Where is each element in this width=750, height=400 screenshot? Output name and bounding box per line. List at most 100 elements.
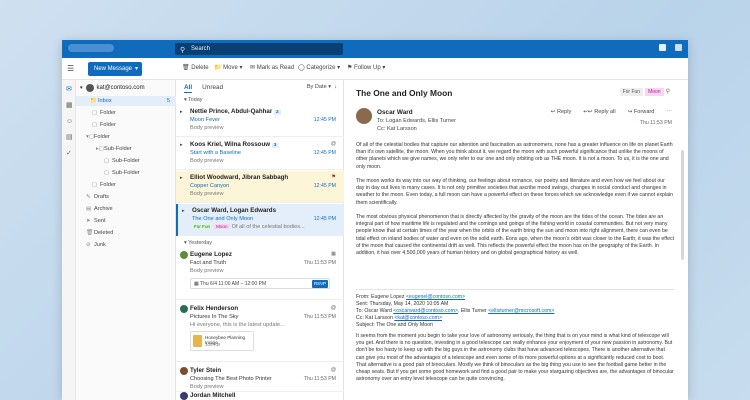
thread-count: 2: [274, 110, 281, 115]
forward-button[interactable]: ↪ Forward: [628, 109, 655, 115]
chevron-right-icon: ▸: [180, 142, 183, 148]
image-file-icon: [193, 335, 202, 347]
folder-deleted[interactable]: 🗑Deleted: [86, 228, 113, 238]
message-subject: Pictures In The Sky: [190, 314, 239, 320]
new-message-button[interactable]: New Message ▾: [88, 62, 142, 76]
flag-icon[interactable]: ⚑: [331, 174, 336, 180]
hamburger-menu-icon[interactable]: ☰: [67, 64, 74, 73]
message-item[interactable]: Jordan Mitchell: [176, 392, 344, 400]
message-item-attachment[interactable]: Felix Henderson @ Pictures In The Sky Th…: [176, 302, 344, 362]
move-button[interactable]: 📁 Move ▾: [214, 64, 243, 71]
trash-icon: 🗑: [86, 230, 94, 236]
reading-pane: The One and Only Moon For Fun Moon ⚲ Osc…: [344, 80, 688, 400]
files-icon[interactable]: ▤: [66, 134, 73, 141]
message-item-flagged[interactable]: ▸ Elliot Woodward, Jibran Sabbagh ⚑ Copp…: [176, 171, 344, 203]
folder-label: Deleted: [94, 230, 114, 236]
mark-as-read-label: Mark as Read: [256, 65, 295, 71]
rsvp-button[interactable]: RSVP: [312, 280, 328, 288]
scrollbar[interactable]: [681, 150, 684, 260]
sender-text: Koos Kriel, Wilna Rossouw: [190, 141, 271, 148]
folder-junk[interactable]: ⊘ Junk: [86, 240, 106, 250]
app-rail: ✉ ▦ ☺ ▤ ✓: [62, 80, 76, 400]
message-item-selected[interactable]: ▸ Oscar Ward, Logan Edwards The One and …: [176, 204, 344, 236]
mail-icon[interactable]: ✉: [66, 86, 73, 93]
email-title: The One and Only Moon: [356, 88, 453, 98]
email-paragraph: The moon works its way into our way of t…: [356, 178, 674, 206]
meeting-card: ▦ Thu 6/4 11:00 AM – 12:00 PM RSVP: [190, 278, 330, 289]
folder-icon: ▢: [92, 110, 98, 116]
search-box[interactable]: ⚲ Search: [175, 43, 343, 55]
email-paragraph: Of all of the celestial bodies that capt…: [356, 142, 673, 170]
categorize-button[interactable]: ◯ Categorize ▾: [298, 64, 340, 71]
message-time: 12:45 PM: [313, 216, 336, 222]
group-header-today: ▾ Today: [184, 97, 203, 103]
message-time: Thu 11:53 PM: [303, 314, 336, 320]
follow-up-button[interactable]: ⚑ Follow Up ▾: [347, 64, 385, 71]
calendar-icon[interactable]: ▦: [66, 102, 73, 109]
message-item-meeting[interactable]: Eugene Lopez ▦ Fact and Truth Thu 11:53 …: [176, 248, 344, 300]
reply-button[interactable]: ↩ Reply: [551, 109, 572, 115]
fwd-from-email[interactable]: <eugenel@contoso.com>: [406, 294, 465, 300]
people-icon[interactable]: ☺: [66, 118, 73, 125]
category-tag[interactable]: For Fun: [619, 88, 644, 96]
drafts-icon: ✎: [86, 194, 91, 200]
folder-label: Archive: [94, 206, 113, 212]
folder-archive[interactable]: ▤ Archive: [86, 204, 113, 214]
mark-as-read-button[interactable]: ✉ Mark as Read: [250, 64, 294, 71]
fwd-to-email[interactable]: <oscarward@contoso.com>: [393, 308, 458, 314]
list-tabs: All Unread: [184, 84, 223, 93]
fwd-cc-email[interactable]: <kat@contoso.com>: [394, 315, 442, 321]
fwd-to2-email[interactable]: <ellisturner@microsoft.com>: [488, 308, 554, 314]
fwd-from-label: From: Eugene Lopez: [356, 294, 406, 300]
tab-unread[interactable]: Unread: [202, 84, 223, 93]
attachment-card[interactable]: Honeybee Planning Image 105 KB: [190, 331, 254, 351]
message-time: Thu 11:53 PM: [303, 260, 336, 266]
tab-all[interactable]: All: [184, 84, 193, 93]
folder-item[interactable]: ▢ Folder: [92, 120, 116, 130]
message-item[interactable]: ▸ Koos Kriel, Wilna Rossouw 3 @ Start wi…: [176, 138, 344, 170]
folder-inbox[interactable]: 📁Inbox 5: [76, 96, 176, 106]
folder-item[interactable]: ▾▢Folder: [86, 132, 110, 142]
subfolder-item[interactable]: ▸▢Sub-Folder: [96, 144, 132, 154]
folder-icon: ▢: [104, 158, 110, 164]
categorize-label: Categorize: [306, 65, 336, 71]
fwd-sent: Sent: Thursday, May 14, 2020 10:05 AM: [356, 301, 449, 307]
delete-button[interactable]: 🗑 Delete: [182, 64, 209, 71]
category-tags: For Fun Moon ⚲: [619, 88, 670, 96]
fwd-subject: Subject: The One and Only Moon: [356, 322, 433, 328]
message-item[interactable]: ▸ Nettie Prince, Abdul-Qahhar 2 Moon Fev…: [176, 105, 344, 137]
mention-icon: @: [330, 305, 336, 311]
tasks-icon[interactable]: ✓: [66, 150, 73, 157]
subfolder-item[interactable]: ▢ Sub-Folder: [104, 168, 140, 178]
folder-drafts[interactable]: ✎ Drafts: [86, 192, 109, 202]
sort-label: By Date: [306, 84, 327, 90]
fwd-to-label: To: Oscar Ward: [356, 308, 394, 314]
message-subject: Start with a Baseline: [190, 150, 241, 156]
message-sender: Jordan Mitchell: [190, 392, 236, 399]
message-preview: Body preview: [190, 384, 224, 390]
teams-icon[interactable]: [659, 44, 666, 51]
subfolder-item[interactable]: ▢ Sub-Folder: [104, 156, 140, 166]
chevron-down-icon: ▾: [80, 85, 83, 91]
avatar: [180, 367, 188, 375]
title-bar: ⚲ Search: [62, 40, 688, 58]
avatar: [180, 392, 188, 400]
search-placeholder: Search: [191, 46, 211, 52]
calendar-icon: ▦: [331, 251, 336, 257]
reply-all-button[interactable]: ↩↩ Reply all: [583, 109, 615, 115]
junk-icon: ⊘: [86, 242, 91, 248]
sort-dropdown[interactable]: By Date ▾ ↓: [307, 84, 337, 90]
account-header[interactable]: ▾ kat@contoso.com: [80, 84, 145, 92]
message-sender: Oscar Ward, Logan Edwards: [192, 207, 277, 214]
message-item[interactable]: Tyler Stein @ Choosing The Best Photo Pr…: [176, 364, 344, 392]
follow-up-label: Follow Up: [354, 65, 381, 71]
more-options-icon[interactable]: ⋯: [666, 109, 672, 115]
category-tag[interactable]: Moon: [645, 88, 664, 96]
tag-settings-icon[interactable]: ⚲: [666, 88, 670, 96]
folder-item[interactable]: ▢ Folder: [92, 108, 116, 118]
chevron-right-icon: ▸: [180, 109, 183, 115]
feedback-icon[interactable]: [675, 44, 682, 51]
folder-item[interactable]: ▢ Folder: [92, 180, 116, 190]
chevron-down-icon[interactable]: ▾: [135, 62, 138, 76]
folder-sent[interactable]: ➤ Sent: [86, 216, 106, 226]
